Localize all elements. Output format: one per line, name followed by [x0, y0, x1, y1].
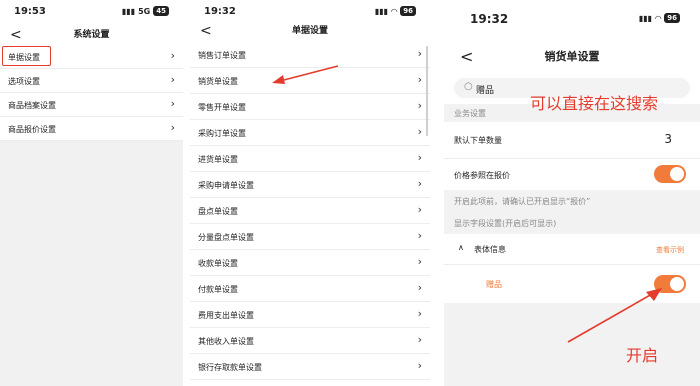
document-item[interactable]: 收款单设置 › [190, 250, 430, 276]
hint-text: 开启此项前，请确认已开启显示“报价” [454, 197, 591, 206]
phone-document-settings: 19:32 ▮▮▮ ◠ 96 < 单据设置 销售订单设置 › 销货单设置 › 零… [190, 0, 430, 386]
default-qty-value[interactable]: 3 [664, 132, 672, 146]
document-item[interactable]: 进货单设置 › [190, 146, 430, 172]
gift-label: 赠品 [486, 280, 502, 289]
settings-item-product-archive[interactable]: 商品档案设置 › [0, 93, 183, 117]
document-item[interactable]: 银行存取款单设置 › [190, 354, 430, 380]
document-item[interactable]: 盘点单设置 › [190, 198, 430, 224]
document-item-label: 零售开单设置 [198, 103, 246, 112]
battery-icon: 96 [400, 6, 416, 16]
signal-icon: ▮▮▮ [121, 6, 136, 16]
page-title: 单据设置 [291, 26, 328, 36]
wifi-icon: ◠ [655, 13, 662, 23]
chevron-up-icon: ∧ [458, 243, 464, 252]
status-bar: 19:32 ▮▮▮ ◠ 96 [444, 0, 700, 30]
battery-icon: 96 [664, 13, 680, 23]
document-item-label: 盘点单设置 [198, 207, 238, 216]
nav-bar: < 系统设置 [0, 24, 183, 46]
chevron-right-icon: › [417, 359, 422, 372]
chevron-right-icon: › [417, 333, 422, 346]
document-item[interactable]: 采购订单设置 › [190, 120, 430, 146]
nav-bar: < 单据设置 [190, 20, 430, 42]
document-item-label: 分量盘点单设置 [198, 233, 254, 242]
settings-item-options[interactable]: 选项设置 › [0, 69, 183, 93]
document-item[interactable]: 费用支出单设置 › [190, 302, 430, 328]
chevron-right-icon: › [417, 73, 422, 86]
chevron-right-icon: › [170, 49, 175, 62]
display-section-header: 显示字段设置(开启后可显示) [454, 219, 557, 228]
arrow-annotation-icon [272, 65, 339, 84]
status-time: 19:32 [204, 6, 236, 17]
status-time: 19:32 [470, 12, 509, 26]
signal-icon: ▮▮▮ [374, 6, 389, 16]
search-icon: ○ [464, 81, 473, 92]
chevron-right-icon: › [170, 97, 175, 110]
chevron-right-icon: › [417, 47, 422, 60]
document-item-label: 销售订单设置 [198, 51, 246, 60]
signal-icon: ▮▮▮ [638, 13, 653, 23]
section-header: 业务设置 [454, 109, 486, 118]
document-item-label: 销货单设置 [198, 77, 238, 86]
chevron-right-icon: › [417, 307, 422, 320]
search-hint-annotation: 可以直接在这搜索 [530, 94, 659, 113]
arrow-annotation-icon [567, 288, 662, 343]
chevron-right-icon: › [417, 151, 422, 164]
document-item-label: 采购订单设置 [198, 129, 246, 138]
highlight-box [2, 46, 51, 66]
document-item-label: 进货单设置 [198, 155, 238, 164]
status-icons: ▮▮▮ 5G 45 [122, 6, 169, 16]
page-title: 系统设置 [73, 30, 110, 40]
chevron-right-icon: › [417, 203, 422, 216]
settings-item-label: 商品报价设置 [8, 125, 56, 134]
search-input[interactable]: 赠品 [476, 83, 494, 96]
document-item-label: 付款单设置 [198, 285, 238, 294]
chevron-right-icon: › [417, 281, 422, 294]
empty-area [0, 141, 183, 386]
document-item-label: 银行存取款单设置 [198, 363, 262, 372]
status-icons: ▮▮▮ ◠ 96 [375, 6, 416, 16]
network-label: 5G [138, 6, 151, 16]
nav-bar: < 销货单设置 [444, 45, 700, 69]
document-item[interactable]: 零售开单设置 › [190, 94, 430, 120]
wifi-icon: ◠ [391, 6, 398, 16]
price-ref-toggle[interactable] [654, 165, 686, 183]
status-bar: 19:53 ▮▮▮ 5G 45 [0, 0, 183, 22]
chevron-right-icon: › [417, 229, 422, 242]
chevron-right-icon: › [417, 255, 422, 268]
chevron-right-icon: › [417, 177, 422, 190]
chevron-right-icon: › [417, 125, 422, 138]
document-item-label: 采购申请单设置 [198, 181, 254, 190]
chevron-right-icon: › [417, 99, 422, 112]
document-item[interactable]: 付款单设置 › [190, 276, 430, 302]
default-qty-row[interactable]: 默认下单数量 3 [444, 122, 700, 159]
table-info-row[interactable]: ∧ 表体信息 查看示例 [444, 234, 700, 265]
battery-icon: 45 [153, 6, 169, 16]
default-qty-label: 默认下单数量 [454, 136, 502, 145]
view-example-link[interactable]: 查看示例 [656, 245, 684, 255]
enable-hint-annotation: 开启 [626, 346, 659, 365]
status-time: 19:53 [14, 6, 46, 17]
document-item[interactable]: 分量盘点单设置 › [190, 224, 430, 250]
chevron-right-icon: › [170, 121, 175, 134]
settings-item-label: 选项设置 [8, 77, 40, 86]
phone-system-settings: 19:53 ▮▮▮ 5G 45 < 系统设置 单据设置 › 选项设置 › 商品档… [0, 0, 183, 386]
status-icons: ▮▮▮ ◠ 96 [639, 13, 680, 23]
document-item-label: 其他收入单设置 [198, 337, 254, 346]
table-info-label: 表体信息 [474, 245, 506, 254]
status-bar: 19:32 ▮▮▮ ◠ 96 [190, 0, 430, 22]
document-item[interactable]: 其他收入单设置 › [190, 328, 430, 354]
document-item-label: 费用支出单设置 [198, 311, 254, 320]
settings-item-product-quote[interactable]: 商品报价设置 › [0, 117, 183, 141]
document-item-label: 收款单设置 [198, 259, 238, 268]
price-ref-row: 价格参照在报价 [444, 159, 700, 190]
scrollbar[interactable] [426, 46, 428, 136]
price-ref-label: 价格参照在报价 [454, 171, 510, 180]
settings-item-label: 商品档案设置 [8, 101, 56, 110]
chevron-right-icon: › [170, 73, 175, 86]
document-item[interactable]: 采购申请单设置 › [190, 172, 430, 198]
page-title: 销货单设置 [544, 50, 600, 63]
